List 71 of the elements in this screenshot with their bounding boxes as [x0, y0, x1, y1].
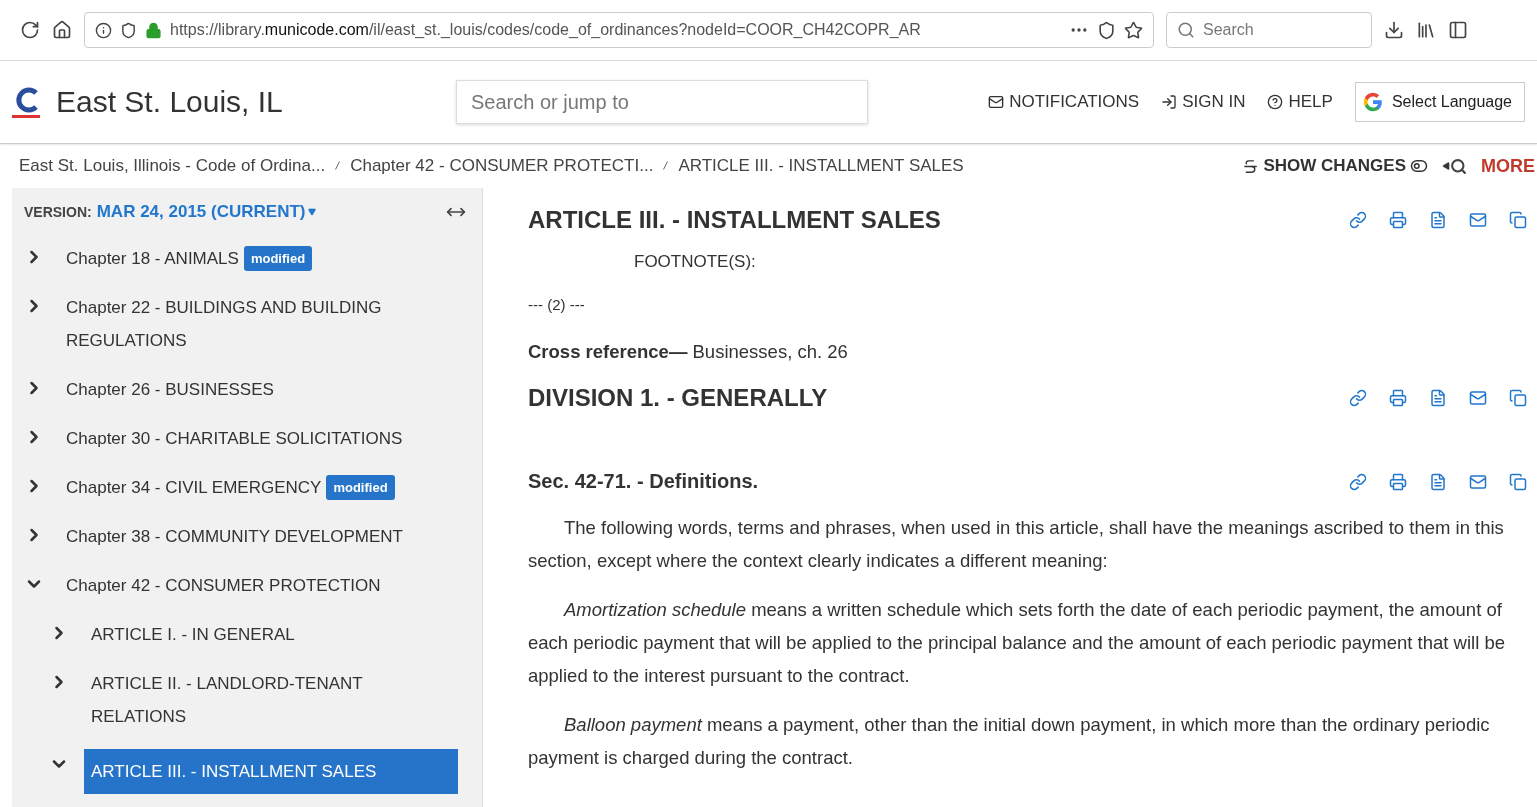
google-icon: [1361, 91, 1384, 113]
print-icon[interactable]: [1389, 389, 1407, 407]
tree-item[interactable]: Chapter 18 - ANIMALS: [66, 242, 239, 275]
section-title: Sec. 42-71. - Definitions.: [528, 470, 759, 493]
address-field[interactable]: https://library.municode.com/il/east_st._louis/codes/code_of_ordinances?nodeId=COOR_CH42COPR_AR: [84, 12, 1154, 48]
link-icon[interactable]: [1349, 472, 1367, 491]
word-document-icon[interactable]: [1429, 211, 1447, 229]
footnote-marker: --- (2) ---: [528, 296, 586, 313]
star-icon[interactable]: [1124, 20, 1143, 40]
link-icon[interactable]: [1349, 389, 1367, 407]
modified-badge: modified: [243, 246, 313, 271]
nav-link[interactable]: HELP: [1267, 92, 1333, 112]
paragraph: The following words, terms and phrases, when used in this article, shall have the meanings ascribed to them in this section, except where the context clearly indicates a different meaning:: [528, 516, 1505, 573]
copy-icon[interactable]: [1509, 389, 1527, 407]
tree-item[interactable]: ARTICLE III. - INSTALLMENT SALES: [84, 749, 458, 794]
toggle-icon: [1410, 157, 1428, 175]
breadcrumb-link[interactable]: East St. Louis, Illinois - Code of Ordina...: [19, 156, 326, 176]
copy-icon[interactable]: [1509, 211, 1527, 229]
email-icon[interactable]: [1469, 389, 1487, 407]
email-icon[interactable]: [1469, 211, 1487, 229]
separator-icon: [335, 161, 341, 170]
more-link[interactable]: MORE: [1481, 155, 1537, 177]
tree-item[interactable]: Chapter 30 - CHARITABLE SOLICITATIONS: [66, 422, 403, 455]
strikethrough-icon: [1242, 157, 1260, 175]
word-document-icon[interactable]: [1429, 472, 1447, 491]
tree-item[interactable]: ARTICLE II. - LANDLORD-TENANT RELATIONS: [91, 667, 451, 733]
collapse-search-icon[interactable]: [1442, 157, 1467, 175]
lock-icon: [145, 21, 162, 39]
word-document-icon[interactable]: [1429, 389, 1447, 407]
breadcrumb-link[interactable]: Chapter 42 - CONSUMER PROTECTI...: [350, 156, 654, 176]
tree-item[interactable]: Chapter 22 - BUILDINGS AND BUILDING REGULATIONS: [66, 291, 426, 357]
language-select[interactable]: Select Language: [1354, 82, 1525, 122]
breadcrumb-link[interactable]: ARTICLE III. - INSTALLMENT SALES: [678, 156, 964, 176]
section-heading: DIVISION 1. - GENERALLY: [528, 384, 828, 412]
library-icon[interactable]: [1416, 20, 1436, 40]
browser-search-field[interactable]: Search: [1166, 12, 1372, 48]
info-icon[interactable]: [95, 21, 112, 39]
link-icon[interactable]: [1349, 211, 1367, 229]
home-icon[interactable]: [52, 20, 72, 40]
tree-item[interactable]: ARTICLE I. - IN GENERAL: [91, 618, 295, 651]
tree-item[interactable]: Chapter 42 - CONSUMER PROTECTION: [66, 569, 381, 602]
nav-link[interactable]: SIGN IN: [1161, 92, 1246, 112]
email-icon[interactable]: [1469, 472, 1487, 491]
sidebar-icon[interactable]: [1448, 20, 1468, 40]
version-dropdown[interactable]: MAR 24, 2015 (CURRENT): [96, 202, 317, 222]
version-label: VERSION:: [24, 204, 92, 220]
tree-item[interactable]: Chapter 38 - COMMUNITY DEVELOPMENT: [66, 520, 403, 553]
search-field[interactable]: Search or jump to: [456, 80, 868, 124]
paragraph: Balloon payment means a payment, other than the initial down payment, in which more than the ordinary periodic payment is charged during the contract.: [528, 713, 1491, 770]
tree-item[interactable]: Chapter 34 - CIVIL EMERGENCY: [66, 471, 322, 504]
tree-item[interactable]: Chapter 26 - BUSINESSES: [66, 373, 274, 406]
show-changes-toggle[interactable]: SHOW CHANGES: [1242, 156, 1428, 176]
caret-icon: [308, 208, 317, 216]
site-title: East St. Louis, IL: [56, 85, 284, 119]
separator-icon: [663, 161, 669, 170]
modified-badge: modified: [326, 475, 395, 500]
nav-link[interactable]: NOTIFICATIONS: [988, 92, 1140, 112]
print-icon[interactable]: [1389, 211, 1407, 229]
shield-icon[interactable]: [120, 21, 137, 39]
cross-reference: Cross reference— Businesses, ch. 26: [528, 340, 849, 364]
footnote-label: FOOTNOTE(S):: [634, 252, 757, 272]
copy-icon[interactable]: [1509, 472, 1527, 491]
download-icon[interactable]: [1384, 20, 1404, 40]
reload-icon[interactable]: [20, 20, 40, 40]
help-icon: [1267, 94, 1284, 110]
section-heading: ARTICLE III. - INSTALLMENT SALES: [528, 206, 941, 234]
envelope-icon: [988, 94, 1005, 110]
sign-in-icon: [1161, 94, 1178, 110]
search-icon: [1177, 21, 1195, 39]
paragraph: Amortization schedule means a written schedule which sets forth the date of each periodic payment, the amount of each periodic payment that will be applied to the principal balance and the amount of each periodic payment that will be applied to the interest pursuant to the contract.: [528, 598, 1506, 688]
print-icon[interactable]: [1389, 472, 1407, 491]
